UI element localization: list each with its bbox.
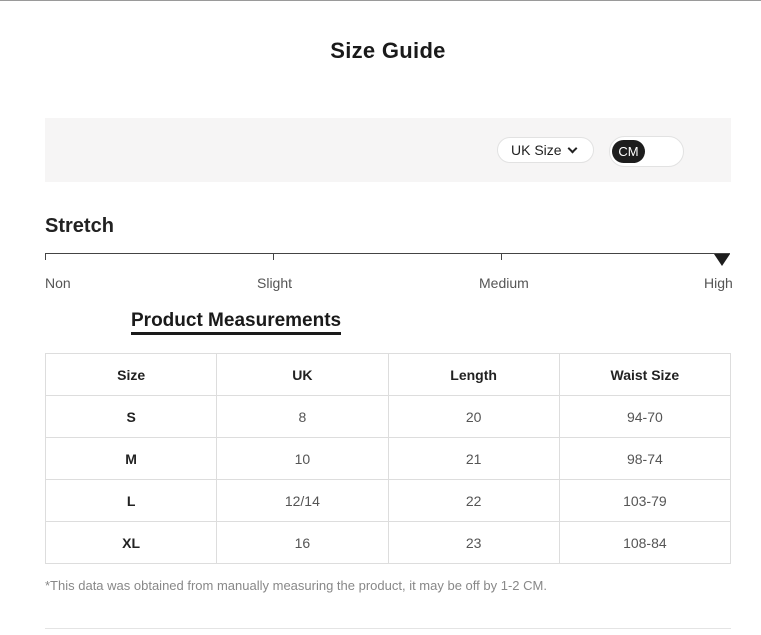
- cell-uk: 8: [216, 395, 389, 438]
- chevron-down-icon: [567, 143, 578, 153]
- unit-toggle-knob: CM: [612, 140, 645, 163]
- stretch-label-non: Non: [45, 275, 71, 291]
- page-title: Size Guide: [330, 38, 446, 63]
- cell-size: S: [44, 395, 218, 438]
- stretch-tick-non: [45, 253, 46, 260]
- cell-waist: 108-84: [558, 521, 732, 564]
- size-system-label: UK Size: [511, 142, 562, 158]
- size-system-dropdown[interactable]: UK Size: [497, 137, 594, 163]
- measurements-table: Size UK Length Waist Size S 8 20 94-70 M…: [44, 353, 732, 564]
- cell-waist: 94-70: [558, 395, 732, 438]
- stretch-title: Stretch: [45, 215, 114, 237]
- product-measurements-tab[interactable]: Product Measurements: [131, 311, 342, 335]
- stretch-tick-medium: [501, 253, 502, 260]
- unit-toggle[interactable]: CM: [609, 136, 684, 167]
- table-row: L 12/14 22 103-79: [44, 479, 732, 522]
- top-divider: [0, 0, 761, 1]
- table-row: M 10 21 98-74: [44, 437, 732, 480]
- filter-bar: UK Size CM: [45, 118, 731, 182]
- cell-uk: 10: [216, 437, 389, 480]
- cell-size: XL: [44, 521, 218, 564]
- cell-uk: 16: [216, 521, 389, 564]
- table-row: XL 16 23 108-84: [44, 521, 732, 564]
- cell-length: 21: [387, 437, 560, 480]
- cell-waist: 103-79: [558, 479, 732, 522]
- stretch-scale-line: [45, 253, 730, 254]
- cell-length: 23: [387, 521, 560, 564]
- cell-size: L: [44, 479, 218, 522]
- measurement-note: *This data was obtained from manually me…: [45, 578, 547, 593]
- header-uk: UK: [216, 353, 389, 396]
- bottom-divider: [45, 628, 731, 629]
- stretch-label-medium: Medium: [479, 275, 529, 291]
- cell-waist: 98-74: [558, 437, 732, 480]
- table-row: S 8 20 94-70: [44, 395, 732, 438]
- stretch-label-high: High: [704, 275, 733, 291]
- header-length: Length: [387, 353, 560, 396]
- cell-length: 20: [387, 395, 560, 438]
- header-waist-size: Waist Size: [558, 353, 732, 396]
- cell-uk: 12/14: [216, 479, 389, 522]
- cell-length: 22: [387, 479, 560, 522]
- stretch-tick-slight: [273, 253, 274, 260]
- stretch-label-slight: Slight: [257, 275, 293, 291]
- table-header-row: Size UK Length Waist Size: [44, 353, 732, 396]
- header-size: Size: [44, 353, 218, 396]
- cell-size: M: [44, 437, 218, 480]
- stretch-marker-icon: [714, 254, 730, 266]
